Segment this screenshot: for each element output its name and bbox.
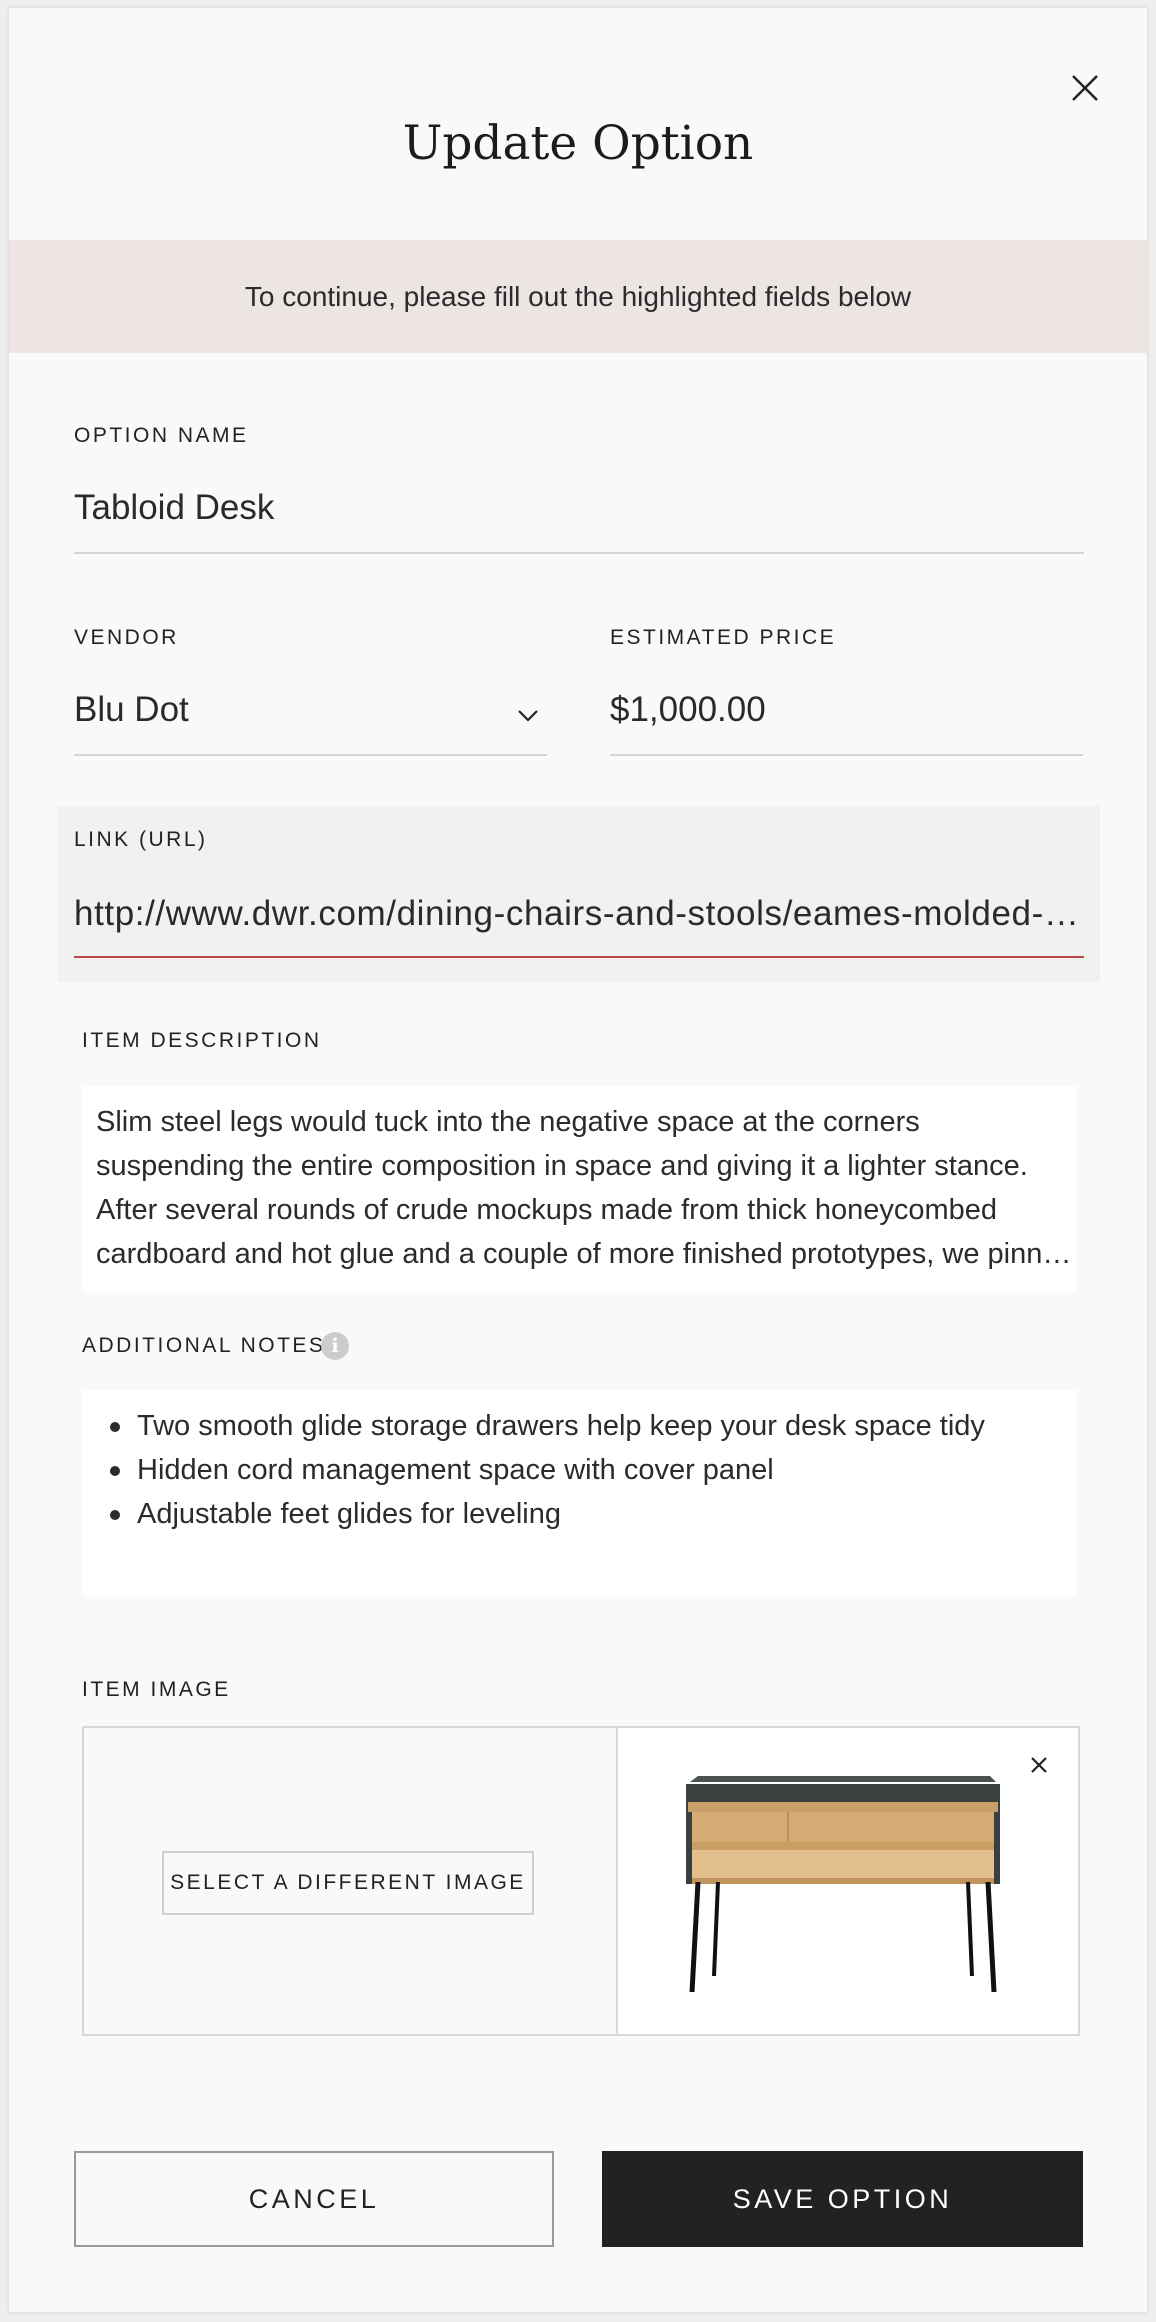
- option-name-label: OPTION NAME: [74, 424, 249, 447]
- link-label: LINK (URL): [74, 828, 208, 851]
- estimated-price-underline: [610, 754, 1083, 756]
- vendor-underline: [74, 754, 547, 756]
- vendor-select[interactable]: Blu Dot: [74, 680, 547, 750]
- option-name-underline: [74, 552, 1084, 554]
- cancel-button[interactable]: CANCEL: [74, 2151, 554, 2247]
- close-icon[interactable]: [1058, 61, 1108, 111]
- item-description-text: Slim steel legs would tuck into the nega…: [96, 1100, 1076, 1276]
- list-item: Hidden cord management space with cover …: [96, 1448, 1076, 1492]
- remove-image-icon[interactable]: [1026, 1752, 1052, 1778]
- option-name-input[interactable]: Tabloid Desk: [74, 488, 1084, 528]
- alert-message: To continue, please fill out the highlig…: [244, 280, 912, 312]
- vendor-label: VENDOR: [74, 626, 179, 649]
- vendor-value: Blu Dot: [74, 690, 189, 729]
- modal-title: Update Option: [402, 116, 754, 171]
- estimated-price-input[interactable]: $1,000.00: [610, 690, 1083, 730]
- link-error-underline: [74, 956, 1084, 958]
- update-option-modal: Update Option To continue, please fill o…: [9, 8, 1147, 2312]
- item-description-label: ITEM DESCRIPTION: [82, 1029, 322, 1052]
- item-image-label: ITEM IMAGE: [82, 1678, 231, 1701]
- link-input[interactable]: http://www.dwr.com/dining-chairs-and-sto…: [74, 894, 1084, 934]
- validation-alert: To continue, please fill out the highlig…: [9, 240, 1147, 353]
- select-different-image-button[interactable]: SELECT A DIFFERENT IMAGE: [162, 1851, 534, 1915]
- description-line: After several rounds of crude mockups ma…: [96, 1194, 998, 1226]
- list-item: Adjustable feet glides for leveling: [96, 1492, 1076, 1536]
- description-line: cardboard and hot glue and a couple of m…: [96, 1238, 1076, 1270]
- additional-notes-list: Two smooth glide storage drawers help ke…: [96, 1404, 1076, 1536]
- additional-notes-label: ADDITIONAL NOTES: [82, 1334, 326, 1357]
- info-icon[interactable]: i: [321, 1332, 349, 1360]
- save-option-button[interactable]: SAVE OPTION: [602, 2151, 1083, 2247]
- list-item: Two smooth glide storage drawers help ke…: [96, 1404, 1076, 1448]
- desk-image: [686, 1776, 1000, 1993]
- description-line: Slim steel legs would tuck into the nega…: [96, 1106, 920, 1138]
- chevron-down-icon: [518, 710, 538, 722]
- image-preview: [618, 1728, 1078, 2034]
- description-line: suspending the entire composition in spa…: [96, 1150, 1028, 1182]
- item-image-panel: SELECT A DIFFERENT IMAGE: [82, 1726, 1080, 2036]
- estimated-price-label: ESTIMATED PRICE: [610, 626, 837, 649]
